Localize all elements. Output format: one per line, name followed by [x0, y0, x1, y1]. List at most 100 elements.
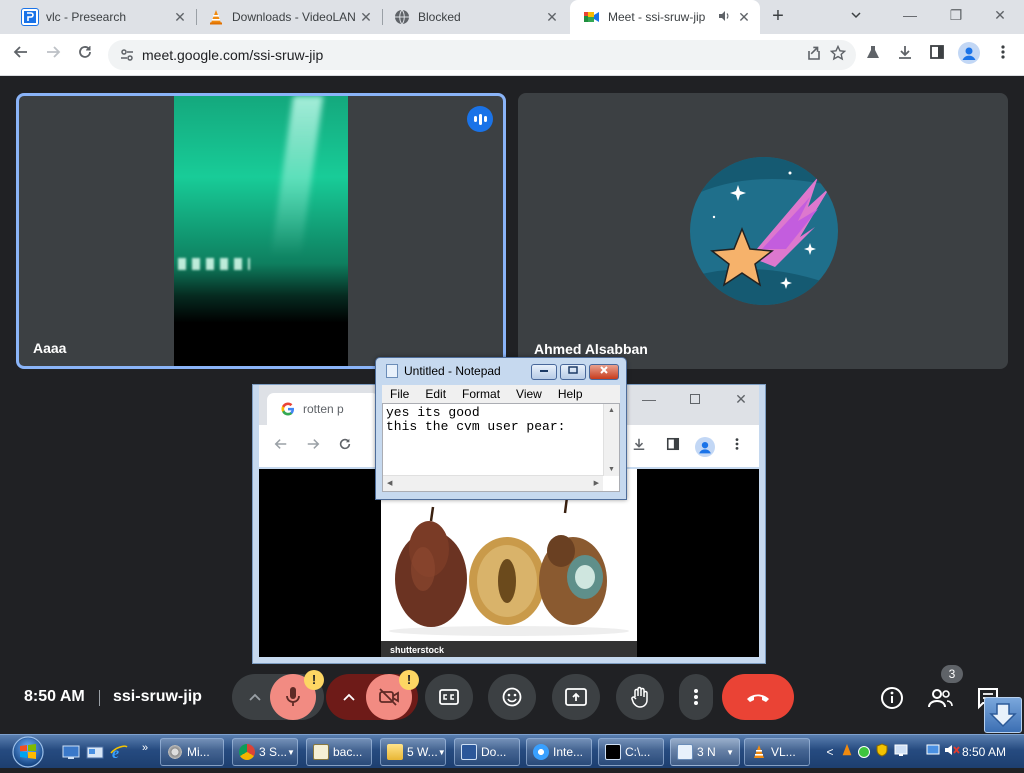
- menu-file[interactable]: File: [382, 387, 417, 401]
- close-tab-icon[interactable]: ✕: [356, 9, 376, 26]
- close-tab-icon[interactable]: ✕: [542, 9, 562, 26]
- taskbar-item-label: 3 S...: [259, 745, 288, 759]
- notepad-text-area[interactable]: yes its good this the cvm user pear: ▲ ▼…: [382, 403, 620, 492]
- taskbar-item-ie[interactable]: Inte...: [526, 738, 592, 766]
- explorer-quicklaunch-icon[interactable]: [86, 744, 104, 760]
- presented-tab: rotten p: [267, 393, 379, 425]
- menu-format[interactable]: Format: [454, 387, 508, 401]
- taskbar-clock[interactable]: 8:50 AM: [962, 745, 1006, 759]
- presented-tab-title: rotten p: [303, 402, 344, 416]
- back-arrow-icon[interactable]: [8, 42, 34, 68]
- side-panel-icon[interactable]: [924, 42, 950, 68]
- taskbar-item-label: Inte...: [553, 745, 584, 759]
- presearch-icon: [21, 8, 39, 26]
- profile-avatar-icon[interactable]: [956, 42, 982, 68]
- leave-call-button[interactable]: [722, 674, 794, 720]
- audio-playing-icon[interactable]: [718, 10, 734, 25]
- captions-button[interactable]: [425, 674, 473, 720]
- site-settings-icon[interactable]: [118, 46, 136, 64]
- vlc-cone-icon: [208, 9, 224, 25]
- notepad-maximize-button[interactable]: [560, 364, 586, 380]
- taskbar-item-vlc[interactable]: VL...: [744, 738, 810, 766]
- close-tab-icon[interactable]: ✕: [734, 9, 754, 26]
- tray-volume-muted-icon[interactable]: [944, 743, 960, 760]
- labs-flask-icon[interactable]: [860, 42, 886, 68]
- minimize-button[interactable]: —: [896, 4, 924, 26]
- raise-hand-icon: [631, 686, 648, 708]
- presented-reload-icon: [335, 437, 355, 457]
- microphone-icon: [286, 687, 300, 706]
- tray-expand-chevron-icon[interactable]: <: [822, 745, 838, 759]
- taskbar-item-label: bac...: [333, 745, 363, 759]
- taskbar-item-cmd[interactable]: C:\...: [598, 738, 664, 766]
- tab-meet[interactable]: Meet - ssi-sruw-jip ✕: [570, 0, 760, 34]
- meet-icon: [584, 9, 600, 25]
- menu-view[interactable]: View: [508, 387, 550, 401]
- browser-menu-kebab-icon[interactable]: [990, 42, 1016, 68]
- quicklaunch-chevron-icon[interactable]: »: [142, 742, 160, 758]
- taskbar-item-mi[interactable]: Mi...: [160, 738, 224, 766]
- taskbar-item-word[interactable]: Do...: [454, 738, 520, 766]
- browser-tab-strip: vlc - Presearch ✕ Downloads - VideoLAN ✕…: [0, 0, 1024, 34]
- restore-button[interactable]: ❐: [942, 4, 970, 26]
- horizontal-scrollbar[interactable]: ◀ ▶: [383, 475, 603, 491]
- download-arrow-icon[interactable]: [984, 697, 1022, 733]
- tab-presearch[interactable]: vlc - Presearch ✕: [8, 0, 196, 34]
- forward-arrow-icon[interactable]: [40, 42, 66, 68]
- presented-kebab-icon: [727, 437, 747, 457]
- presented-minimize-icon: —: [642, 391, 656, 407]
- address-bar[interactable]: meet.google.com/ssi-sruw-jip: [108, 40, 856, 70]
- chrome-icon: [239, 744, 255, 760]
- taskbar-item-folders[interactable]: 5 W... ▼: [380, 738, 446, 766]
- document-icon: [313, 744, 329, 760]
- taskbar-item-notepad[interactable]: 3 N ▼: [670, 738, 740, 766]
- tray-shield-icon[interactable]: [876, 743, 888, 760]
- tab-blocked[interactable]: Blocked ✕: [380, 0, 568, 34]
- participant-tile-aaaa[interactable]: Aaaa: [16, 93, 506, 369]
- notepad-window[interactable]: Untitled - Notepad File Edit Format View…: [375, 357, 627, 500]
- menu-edit[interactable]: Edit: [417, 387, 454, 401]
- notepad-text: yes its good this the cvm user pear:: [386, 405, 566, 434]
- download-icon[interactable]: [892, 42, 918, 68]
- meeting-details-info-icon[interactable]: [879, 685, 905, 711]
- meeting-info-divider: [99, 690, 100, 706]
- notepad-title: Untitled - Notepad: [404, 364, 501, 378]
- tab-videolan[interactable]: Downloads - VideoLAN ✕: [194, 0, 382, 34]
- video-light-dots: [178, 258, 250, 270]
- vertical-scrollbar[interactable]: ▲ ▼: [603, 404, 619, 476]
- more-options-button[interactable]: [679, 674, 713, 720]
- tab-title: vlc - Presearch: [46, 10, 127, 24]
- taskbar-item-label: Mi...: [187, 745, 210, 759]
- people-icon[interactable]: [927, 685, 953, 711]
- video-light-streak: [270, 96, 324, 256]
- tray-vlc-icon[interactable]: [840, 743, 854, 760]
- tray-green-status-icon[interactable]: [858, 745, 870, 758]
- present-screen-button[interactable]: [552, 674, 600, 720]
- taskbar-item-bac[interactable]: bac...: [306, 738, 372, 766]
- notepad-title-bar: Untitled - Notepad: [386, 362, 501, 380]
- closed-captions-icon: [439, 689, 459, 705]
- taskbar-item-label: C:\...: [625, 745, 651, 759]
- reactions-button[interactable]: [488, 674, 536, 720]
- close-tab-icon[interactable]: ✕: [170, 9, 190, 26]
- tab-search-chevron-icon[interactable]: [846, 7, 866, 27]
- raise-hand-button[interactable]: [616, 674, 664, 720]
- tray-monitor-icon[interactable]: [926, 743, 940, 760]
- notepad-minimize-button[interactable]: [531, 364, 557, 380]
- notepad-close-button[interactable]: [589, 364, 619, 380]
- menu-help[interactable]: Help: [550, 387, 591, 401]
- participant-tile-ahmed[interactable]: Ahmed Alsabban: [518, 93, 1008, 369]
- notepad-menu-bar: File Edit Format View Help: [382, 385, 620, 403]
- taskbar-item-chrome[interactable]: 3 S... ▼: [232, 738, 298, 766]
- show-desktop-quicklaunch-icon[interactable]: [62, 744, 80, 760]
- taskbar-item-label: Do...: [481, 745, 507, 759]
- share-icon[interactable]: [804, 45, 824, 65]
- tray-network-icon[interactable]: [894, 743, 908, 760]
- bookmark-star-icon[interactable]: [828, 44, 848, 65]
- new-tab-button[interactable]: +: [766, 5, 790, 29]
- reload-icon[interactable]: [72, 42, 98, 68]
- vlc-cone-icon: [751, 744, 767, 760]
- ie-quicklaunch-icon[interactable]: e: [110, 744, 128, 762]
- window-close-button[interactable]: ✕: [986, 4, 1014, 26]
- start-orb-icon[interactable]: [8, 735, 48, 768]
